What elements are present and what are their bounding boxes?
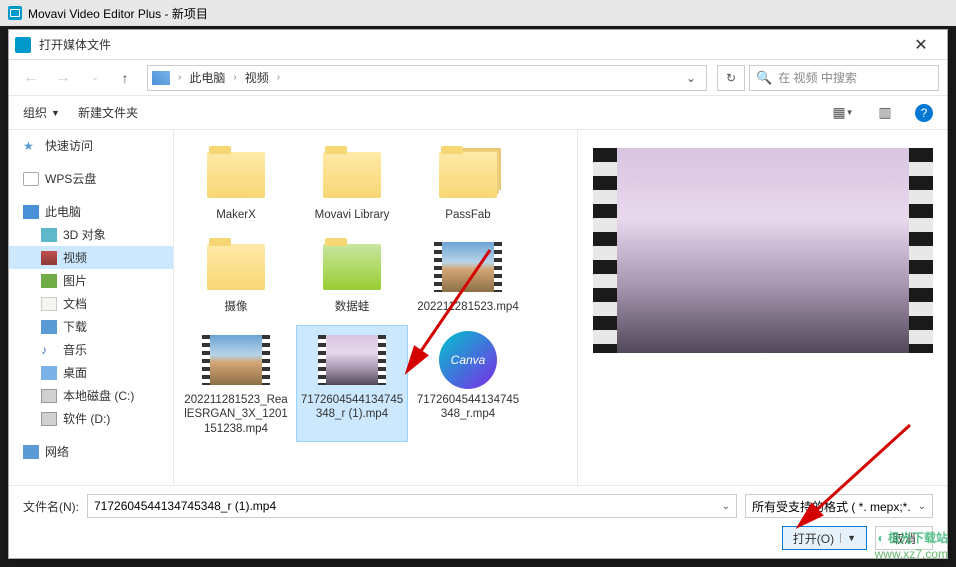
back-button[interactable]: ←: [17, 64, 45, 92]
preview-pane: [577, 130, 947, 485]
pc-icon: [152, 71, 170, 85]
file-grid[interactable]: MakerX Movavi Library PassFab 摄像 数据蛙 202…: [174, 130, 577, 485]
tree-wps-cloud[interactable]: WPS云盘: [9, 167, 173, 190]
drive-icon: [41, 389, 57, 403]
filetype-filter[interactable]: 所有受支持的格式 ( *. mepx;*. ⌄: [745, 494, 933, 518]
tree-pictures[interactable]: 图片: [9, 269, 173, 292]
chevron-right-icon: ›: [231, 72, 238, 83]
chevron-right-icon: ›: [275, 72, 282, 83]
chevron-down-icon: ⌄: [918, 501, 926, 512]
video-thumb-icon: [202, 335, 270, 385]
search-placeholder: 在 视频 中搜索: [778, 69, 857, 86]
navigation-bar: ← → ⌄ ↑ › 此电脑 › 视频 › ⌄ ↻ 🔍 在 视频 中搜索: [9, 60, 947, 96]
up-button[interactable]: ↑: [113, 64, 137, 92]
folder-icon: [439, 152, 497, 198]
search-input[interactable]: 🔍 在 视频 中搜索: [749, 65, 939, 91]
new-folder-button[interactable]: 新建文件夹: [78, 104, 138, 121]
app-icon: [8, 6, 22, 20]
tree-quick-access[interactable]: ★快速访问: [9, 134, 173, 157]
tree-downloads[interactable]: 下载: [9, 315, 173, 338]
navigation-tree: ★快速访问 WPS云盘 此电脑 3D 对象 视频 图片 文档 下载 ♪音乐 桌面…: [9, 130, 174, 485]
breadcrumb-dropdown[interactable]: ⌄: [680, 71, 702, 85]
filename-input[interactable]: 7172604544134745348_r (1).mp4 ⌄: [87, 494, 737, 518]
tree-videos[interactable]: 视频: [9, 246, 173, 269]
dialog-title: 打开媒体文件: [39, 36, 901, 53]
document-icon: [41, 297, 57, 311]
pc-icon: [23, 205, 39, 219]
search-icon: 🔍: [756, 70, 772, 86]
canva-icon: Canva: [439, 331, 497, 389]
breadcrumb[interactable]: › 此电脑 › 视频 › ⌄: [147, 65, 707, 91]
cancel-button[interactable]: 取消: [875, 526, 933, 550]
folder-datafrog[interactable]: 数据蛙: [296, 232, 408, 320]
dialog-icon: [15, 37, 31, 53]
cloud-icon: [23, 172, 39, 186]
view-menu[interactable]: ▦ ▼: [831, 101, 855, 125]
tree-d-drive[interactable]: 软件 (D:): [9, 407, 173, 430]
tree-music[interactable]: ♪音乐: [9, 338, 173, 361]
chevron-down-icon[interactable]: ⌄: [722, 501, 730, 512]
folder-icon: [323, 244, 381, 290]
help-button[interactable]: ?: [915, 104, 933, 122]
folder-passfab[interactable]: PassFab: [412, 140, 524, 228]
tree-c-drive[interactable]: 本地磁盘 (C:): [9, 384, 173, 407]
preview-video: [593, 148, 933, 353]
folder-makerx[interactable]: MakerX: [180, 140, 292, 228]
star-icon: ★: [23, 139, 39, 153]
refresh-button[interactable]: ↻: [717, 65, 745, 91]
breadcrumb-videos[interactable]: 视频: [241, 67, 273, 88]
file-video-2[interactable]: 202211281523_RealESRGAN_3X_1201151238.mp…: [180, 325, 292, 442]
video-thumb-icon: [318, 335, 386, 385]
tree-network[interactable]: 网络: [9, 440, 173, 463]
filename-label: 文件名(N):: [23, 498, 79, 515]
file-video-4[interactable]: Canva7172604544134745348_r.mp4: [412, 325, 524, 442]
download-icon: [41, 320, 57, 334]
preview-toggle[interactable]: ▥: [873, 101, 897, 125]
chevron-right-icon: ›: [176, 72, 183, 83]
file-video-3[interactable]: 7172604544134745348_r (1).mp4: [296, 325, 408, 442]
folder-movavi-library[interactable]: Movavi Library: [296, 140, 408, 228]
tree-3d-objects[interactable]: 3D 对象: [9, 223, 173, 246]
toolbar: 组织▼ 新建文件夹 ▦ ▼ ▥ ?: [9, 96, 947, 130]
dialog-body: ★快速访问 WPS云盘 此电脑 3D 对象 视频 图片 文档 下载 ♪音乐 桌面…: [9, 130, 947, 485]
app-title: Movavi Video Editor Plus - 新项目: [28, 5, 208, 22]
music-icon: ♪: [41, 343, 57, 357]
folder-icon: [323, 152, 381, 198]
dialog-footer: 文件名(N): 7172604544134745348_r (1).mp4 ⌄ …: [9, 485, 947, 558]
open-button[interactable]: 打开(O)▼: [782, 526, 867, 550]
folder-icon: [207, 244, 265, 290]
recent-dropdown[interactable]: ⌄: [81, 64, 109, 92]
drive-icon: [41, 412, 57, 426]
folder-camera[interactable]: 摄像: [180, 232, 292, 320]
file-area: MakerX Movavi Library PassFab 摄像 数据蛙 202…: [174, 130, 947, 485]
folder-icon: [207, 152, 265, 198]
tree-desktop[interactable]: 桌面: [9, 361, 173, 384]
close-button[interactable]: ✕: [901, 31, 941, 59]
breadcrumb-pc[interactable]: 此电脑: [185, 67, 229, 88]
video-icon: [41, 251, 57, 265]
tree-documents[interactable]: 文档: [9, 292, 173, 315]
dialog-titlebar: 打开媒体文件 ✕: [9, 30, 947, 60]
video-thumb-icon: [434, 242, 502, 292]
app-titlebar: Movavi Video Editor Plus - 新项目: [0, 0, 956, 26]
file-open-dialog: 打开媒体文件 ✕ ← → ⌄ ↑ › 此电脑 › 视频 › ⌄ ↻ 🔍 在 视频…: [8, 29, 948, 559]
organize-menu[interactable]: 组织▼: [23, 104, 60, 121]
picture-icon: [41, 274, 57, 288]
tree-this-pc[interactable]: 此电脑: [9, 200, 173, 223]
file-video-1[interactable]: 202211281523.mp4: [412, 232, 524, 320]
desktop-icon: [41, 366, 57, 380]
forward-button[interactable]: →: [49, 64, 77, 92]
network-icon: [23, 445, 39, 459]
cube-icon: [41, 228, 57, 242]
